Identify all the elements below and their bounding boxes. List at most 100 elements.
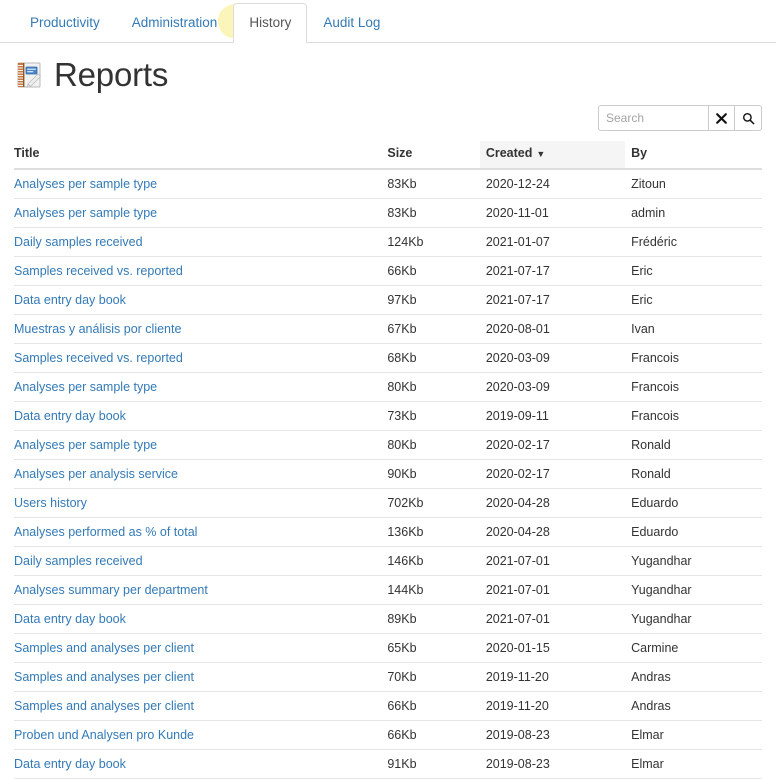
- tab-administration[interactable]: Administration: [116, 3, 234, 43]
- report-link[interactable]: Samples and analyses per client: [14, 699, 194, 713]
- cell-by: Andras: [625, 663, 762, 692]
- cell-title: Analyses summary per department: [14, 576, 387, 605]
- cell-created: 2020-02-17: [480, 460, 625, 489]
- cell-title: Proben und Analysen pro Kunde: [14, 721, 387, 750]
- cell-title: Data entry day book: [14, 750, 387, 779]
- column-header-title[interactable]: Title: [14, 141, 387, 169]
- cell-size: 73Kb: [387, 402, 479, 431]
- cell-size: 65Kb: [387, 634, 479, 663]
- main-tab-bar: ProductivityAdministrationHistoryAudit L…: [0, 0, 776, 43]
- report-link[interactable]: Samples and analyses per client: [14, 670, 194, 684]
- report-link[interactable]: Analyses per sample type: [14, 438, 157, 452]
- cell-title: Daily samples received: [14, 547, 387, 576]
- cell-size: 83Kb: [387, 199, 479, 228]
- table-row: Analyses summary per department 144Kb2021…: [14, 576, 762, 605]
- cell-created: 2020-03-09: [480, 373, 625, 402]
- cell-title: Samples received vs. reported: [14, 344, 387, 373]
- cell-by: Eric: [625, 257, 762, 286]
- cell-by: Eric: [625, 286, 762, 315]
- cell-title: Users history: [14, 489, 387, 518]
- column-header-created[interactable]: Created▼: [480, 141, 625, 169]
- cell-by: Elmar: [625, 750, 762, 779]
- cell-size: 702Kb: [387, 489, 479, 518]
- cell-size: 68Kb: [387, 344, 479, 373]
- cell-size: 97Kb: [387, 286, 479, 315]
- cell-by: Frédéric: [625, 228, 762, 257]
- report-link[interactable]: Daily samples received: [14, 554, 143, 568]
- table-row: Data entry day book73Kb2019-09-11Francoi…: [14, 402, 762, 431]
- cell-created: 2020-12-24: [480, 169, 625, 199]
- report-link[interactable]: Data entry day book: [14, 612, 126, 626]
- search-input[interactable]: [598, 105, 708, 131]
- cell-by: Ronald: [625, 431, 762, 460]
- clear-search-button[interactable]: [708, 105, 735, 131]
- cell-by: Yugandhar: [625, 547, 762, 576]
- report-link[interactable]: Data entry day book: [14, 409, 126, 423]
- cell-title: Analyses per sample type: [14, 199, 387, 228]
- table-row: Analyses per sample type83Kb2020-12-24Zi…: [14, 169, 762, 199]
- cell-by: Francois: [625, 373, 762, 402]
- report-link[interactable]: Proben und Analysen pro Kunde: [14, 728, 194, 742]
- table-row: Data entry day book 97Kb2021-07-17Eric: [14, 286, 762, 315]
- search-icon: [742, 112, 755, 125]
- cell-by: Eduardo: [625, 489, 762, 518]
- cell-created: 2021-07-17: [480, 286, 625, 315]
- cell-size: 83Kb: [387, 169, 479, 199]
- table-row: Samples and analyses per client70Kb2019-…: [14, 663, 762, 692]
- column-header-label: Title: [14, 146, 39, 160]
- table-row: Analyses per sample type83Kb2020-11-01ad…: [14, 199, 762, 228]
- cell-created: 2019-11-20: [480, 663, 625, 692]
- cell-by: Yugandhar: [625, 605, 762, 634]
- report-link[interactable]: Samples received vs. reported: [14, 351, 183, 365]
- cell-by: Eduardo: [625, 518, 762, 547]
- tab-history[interactable]: History: [233, 3, 307, 43]
- cell-created: 2020-04-28: [480, 518, 625, 547]
- table-row: Samples received vs. reported66Kb2021-07…: [14, 257, 762, 286]
- cell-size: 91Kb: [387, 750, 479, 779]
- cell-title: Analyses per sample type: [14, 431, 387, 460]
- reports-table-container: Title SizeCreated▼ By Analyses per sample …: [0, 131, 776, 779]
- cell-created: 2019-09-11: [480, 402, 625, 431]
- cell-size: 90Kb: [387, 460, 479, 489]
- report-link[interactable]: Daily samples received: [14, 235, 143, 249]
- cell-title: Analyses per sample type: [14, 169, 387, 199]
- report-link[interactable]: Analyses summary per department: [14, 583, 208, 597]
- table-row: Proben und Analysen pro Kunde66Kb2019-08…: [14, 721, 762, 750]
- cell-title: Daily samples received: [14, 228, 387, 257]
- cell-title: Samples and analyses per client: [14, 663, 387, 692]
- column-header-label: By: [631, 146, 647, 160]
- report-link[interactable]: Data entry day book: [14, 757, 126, 771]
- column-header-size[interactable]: Size: [387, 141, 479, 169]
- cell-created: 2021-07-01: [480, 576, 625, 605]
- cell-size: 80Kb: [387, 431, 479, 460]
- table-row: Analyses per sample type80Kb2020-03-09Fr…: [14, 373, 762, 402]
- report-link[interactable]: Analyses per sample type: [14, 206, 157, 220]
- page-title: Reports: [54, 57, 168, 93]
- report-link[interactable]: Analyses per sample type: [14, 380, 157, 394]
- cell-by: Andras: [625, 692, 762, 721]
- report-link[interactable]: Analyses per analysis service: [14, 467, 178, 481]
- report-link[interactable]: Samples received vs. reported: [14, 264, 183, 278]
- cell-title: Analyses per analysis service: [14, 460, 387, 489]
- submit-search-button[interactable]: [735, 105, 762, 131]
- cell-size: 144Kb: [387, 576, 479, 605]
- report-link[interactable]: Analyses per sample type: [14, 177, 157, 191]
- search-input-group: [598, 105, 762, 131]
- table-row: Muestras y análisis por cliente67Kb2020-…: [14, 315, 762, 344]
- column-header-by[interactable]: By: [625, 141, 762, 169]
- table-row: Analyses per analysis service 90Kb2020-02…: [14, 460, 762, 489]
- report-link[interactable]: Analyses performed as % of total: [14, 525, 197, 539]
- cell-size: 66Kb: [387, 721, 479, 750]
- cell-title: Muestras y análisis por cliente: [14, 315, 387, 344]
- cell-created: 2020-08-01: [480, 315, 625, 344]
- table-row: Daily samples received124Kb2021-01-07Fré…: [14, 228, 762, 257]
- report-link[interactable]: Users history: [14, 496, 87, 510]
- tab-audit-log[interactable]: Audit Log: [307, 3, 396, 43]
- tab-productivity[interactable]: Productivity: [14, 3, 116, 43]
- report-link[interactable]: Samples and analyses per client: [14, 641, 194, 655]
- table-row: Samples and analyses per client65Kb2020-…: [14, 634, 762, 663]
- report-link[interactable]: Muestras y análisis por cliente: [14, 322, 181, 336]
- cell-size: 66Kb: [387, 692, 479, 721]
- tab-list: ProductivityAdministrationHistoryAudit L…: [14, 0, 776, 42]
- report-link[interactable]: Data entry day book: [14, 293, 126, 307]
